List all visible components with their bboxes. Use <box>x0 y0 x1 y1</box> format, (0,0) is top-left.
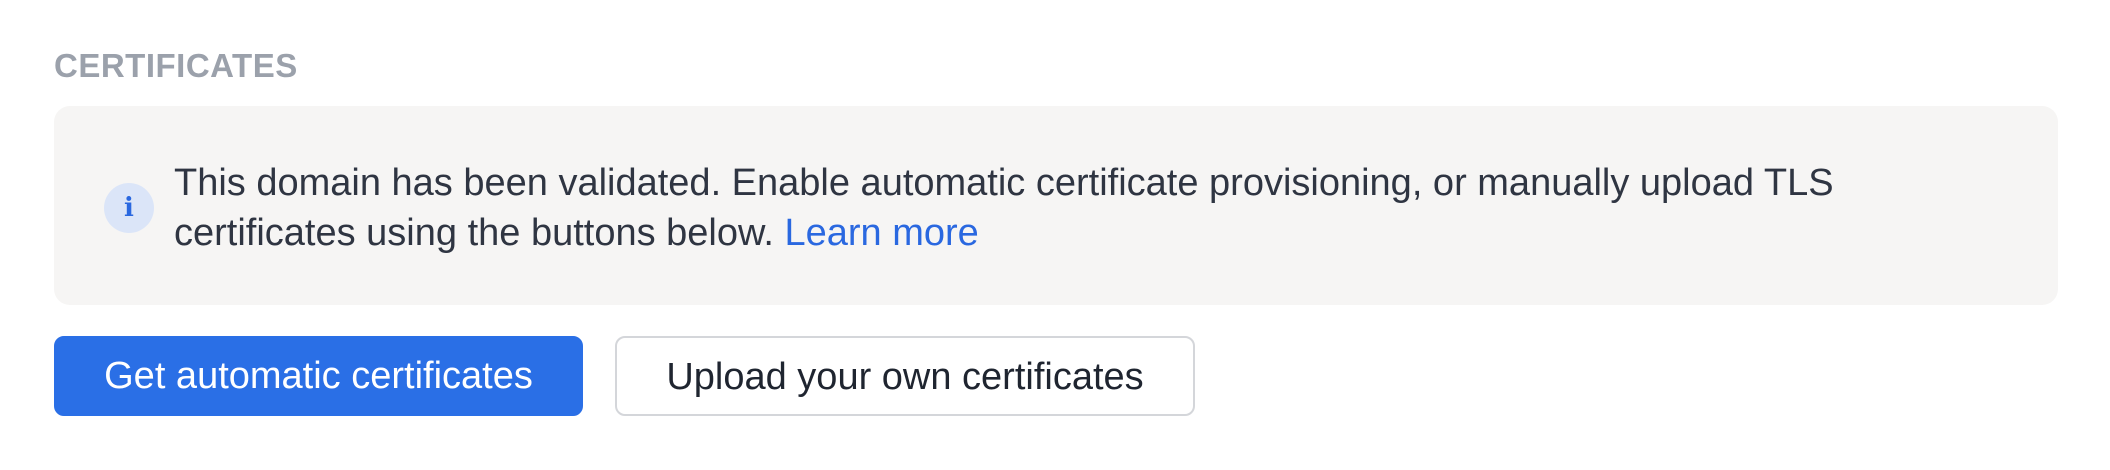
info-callout: i This domain has been validated. Enable… <box>54 106 2058 305</box>
certificates-section: CERTIFICATES i This domain has been vali… <box>54 46 2058 416</box>
info-message-text: This domain has been validated. Enable a… <box>174 162 1834 254</box>
upload-own-certificates-button[interactable]: Upload your own certificates <box>615 336 1195 416</box>
get-automatic-certificates-button[interactable]: Get automatic certificates <box>54 336 583 416</box>
section-title: CERTIFICATES <box>54 47 298 84</box>
info-icon: i <box>104 183 154 233</box>
learn-more-link[interactable]: Learn more <box>784 212 978 254</box>
info-message: This domain has been validated. Enable a… <box>174 158 2014 258</box>
